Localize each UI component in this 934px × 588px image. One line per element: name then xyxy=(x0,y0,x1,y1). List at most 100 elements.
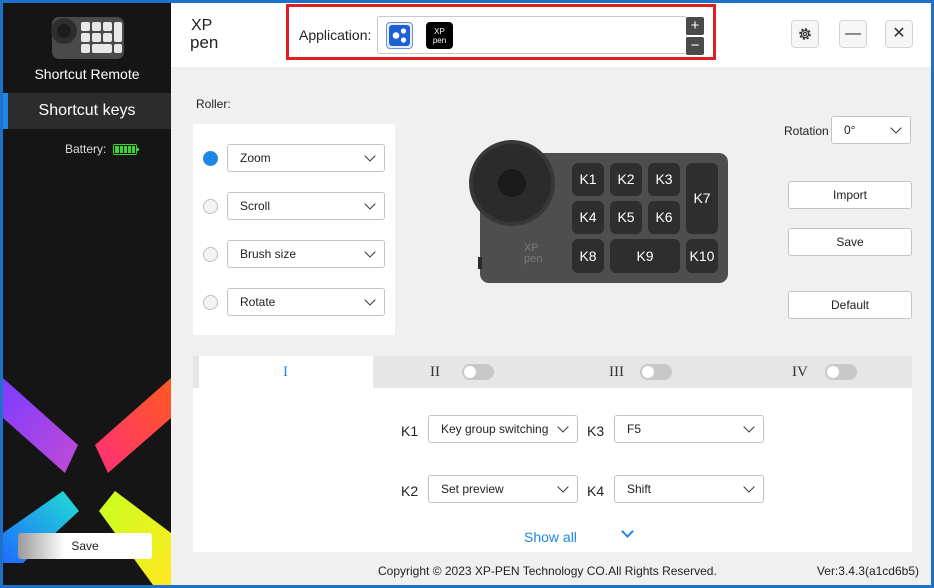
battery-label: Battery: xyxy=(65,142,107,156)
chevron-down-icon xyxy=(743,421,755,433)
logo-text-bottom: pen xyxy=(190,33,218,51)
key-label-k4: K4 xyxy=(579,209,596,225)
roller-label: Roller: xyxy=(196,97,231,111)
application-label: Application: xyxy=(299,27,372,43)
tab-label: III xyxy=(609,364,624,380)
roller-option-row: Zoom xyxy=(203,144,385,172)
tab-toggle-3[interactable] xyxy=(640,364,672,380)
chevron-down-icon xyxy=(364,246,376,258)
roller-radio-brush-size[interactable] xyxy=(203,247,218,262)
copyright-text: Copyright © 2023 XP-PEN Technology CO.Al… xyxy=(378,564,717,578)
chevron-down-icon xyxy=(743,481,755,493)
roller-radio-scroll[interactable] xyxy=(203,199,218,214)
xp-pen-logo: XP pen xyxy=(190,17,218,51)
svg-text:XP: XP xyxy=(434,27,445,36)
roller-option-row: Rotate xyxy=(203,288,385,316)
roller-radio-rotate[interactable] xyxy=(203,295,218,310)
chevron-down-icon xyxy=(890,122,902,134)
roller-select-zoom[interactable]: Zoom xyxy=(227,144,385,172)
footer: Copyright © 2023 XP-PEN Technology CO.Al… xyxy=(171,555,931,585)
key-label-k1: K1 xyxy=(579,171,596,187)
roller-select-rotate[interactable]: Rotate xyxy=(227,288,385,316)
key-select-k1[interactable]: Key group switching xyxy=(428,415,578,443)
key-assignment-panel: K1 Key group switching K3 F5 K2 Set prev… xyxy=(193,388,912,552)
roller-radio-zoom[interactable] xyxy=(203,151,218,166)
minimize-button[interactable]: — xyxy=(839,20,867,48)
chevron-down-icon xyxy=(364,294,376,306)
key-label-k7: K7 xyxy=(693,190,710,206)
app-window: Shortcut Remote Shortcut keys Battery: S… xyxy=(3,3,931,585)
roller-option-row: Brush size xyxy=(203,240,385,268)
key-label-k3: K3 xyxy=(655,171,672,187)
roller-panel: Zoom Scroll Brush size Rotate xyxy=(193,124,395,335)
rotation-label: Rotation xyxy=(784,124,829,138)
application-list[interactable]: XP pen xyxy=(377,16,687,54)
chevron-down-icon xyxy=(364,198,376,210)
key-label-k2: K2 xyxy=(617,171,634,187)
sidebar-item-shortcut-keys[interactable]: Shortcut keys xyxy=(3,93,171,129)
default-button[interactable]: Default xyxy=(788,291,912,319)
key-select-k3[interactable]: F5 xyxy=(614,415,764,443)
save-button[interactable]: Save xyxy=(788,228,912,256)
key-assignment-label: K4 xyxy=(587,483,605,499)
xp-pen-app-icon[interactable]: XP pen xyxy=(426,22,453,49)
chevron-down-icon[interactable] xyxy=(621,525,634,538)
roller-select-brush-size[interactable]: Brush size xyxy=(227,240,385,268)
tab-group-3[interactable]: III xyxy=(593,356,715,388)
shortcut-remote-thumbnail xyxy=(51,17,124,59)
tab-group-1[interactable]: I xyxy=(199,356,373,388)
battery-icon xyxy=(113,143,140,155)
select-value: 0° xyxy=(844,123,856,137)
key-label-k9: K9 xyxy=(636,248,653,264)
tab-group-2[interactable]: II xyxy=(383,356,505,388)
rotation-select[interactable]: 0° xyxy=(831,116,911,144)
key-label-k5: K5 xyxy=(617,209,634,225)
select-value: Brush size xyxy=(240,247,297,261)
key-label-k8: K8 xyxy=(579,248,596,264)
shortcut-remote-diagram: XP pen K1 K2 K3 K4 K5 K6 K7 K8 K9 K10 xyxy=(469,140,728,283)
application-selector: Application: XP pen + − xyxy=(286,4,716,60)
tab-toggle-4[interactable] xyxy=(825,364,857,380)
select-value: Key group switching xyxy=(441,422,549,436)
tab-group-4[interactable]: IV xyxy=(778,356,900,388)
roller-option-row: Scroll xyxy=(203,192,385,220)
select-value: Shift xyxy=(627,482,652,496)
select-value: Zoom xyxy=(240,151,271,165)
main-content: Roller: Zoom Scroll Brush size Rotate XP… xyxy=(171,67,931,585)
chevron-down-icon xyxy=(557,421,569,433)
key-select-k4[interactable]: Shift xyxy=(614,475,764,503)
global-app-icon[interactable] xyxy=(386,22,413,49)
select-value: Scroll xyxy=(240,199,271,213)
close-button[interactable]: ✕ xyxy=(885,20,913,48)
tab-label: IV xyxy=(792,364,808,380)
key-label-k10: K10 xyxy=(690,248,715,264)
gear-icon xyxy=(799,28,811,40)
roller-select-scroll[interactable]: Scroll xyxy=(227,192,385,220)
key-group-tabs: I II III IV xyxy=(193,356,912,388)
key-assignment-label: K2 xyxy=(401,483,419,499)
key-assignment-label: K3 xyxy=(587,423,605,439)
sidebar: Shortcut Remote Shortcut keys Battery: S… xyxy=(3,3,171,585)
tab-toggle-2[interactable] xyxy=(462,364,494,380)
show-all-link[interactable]: Show all xyxy=(524,529,577,545)
tab-label: II xyxy=(430,364,440,380)
battery-status: Battery: xyxy=(65,142,140,156)
key-assignment-label: K1 xyxy=(401,423,419,439)
version-text: Ver:3.4.3(a1cd6b5) xyxy=(816,564,919,578)
select-value: F5 xyxy=(627,422,642,436)
chevron-down-icon xyxy=(364,150,376,162)
svg-text:pen: pen xyxy=(433,36,446,45)
tab-label: I xyxy=(283,364,288,380)
settings-button[interactable] xyxy=(791,20,819,48)
header: XP pen Application: XP pen + − — ✕ xyxy=(171,3,931,67)
logo-text-top: XP xyxy=(191,17,212,34)
sidebar-save-button[interactable]: Save xyxy=(18,533,152,559)
remove-application-button[interactable]: − xyxy=(686,37,704,55)
remote-brand-text-bottom: pen xyxy=(524,253,542,265)
select-value: Rotate xyxy=(240,295,276,309)
select-value: Set preview xyxy=(441,482,504,496)
device-name: Shortcut Remote xyxy=(34,66,140,82)
import-button[interactable]: Import xyxy=(788,181,912,209)
key-select-k2[interactable]: Set preview xyxy=(428,475,578,503)
add-application-button[interactable]: + xyxy=(686,17,704,35)
